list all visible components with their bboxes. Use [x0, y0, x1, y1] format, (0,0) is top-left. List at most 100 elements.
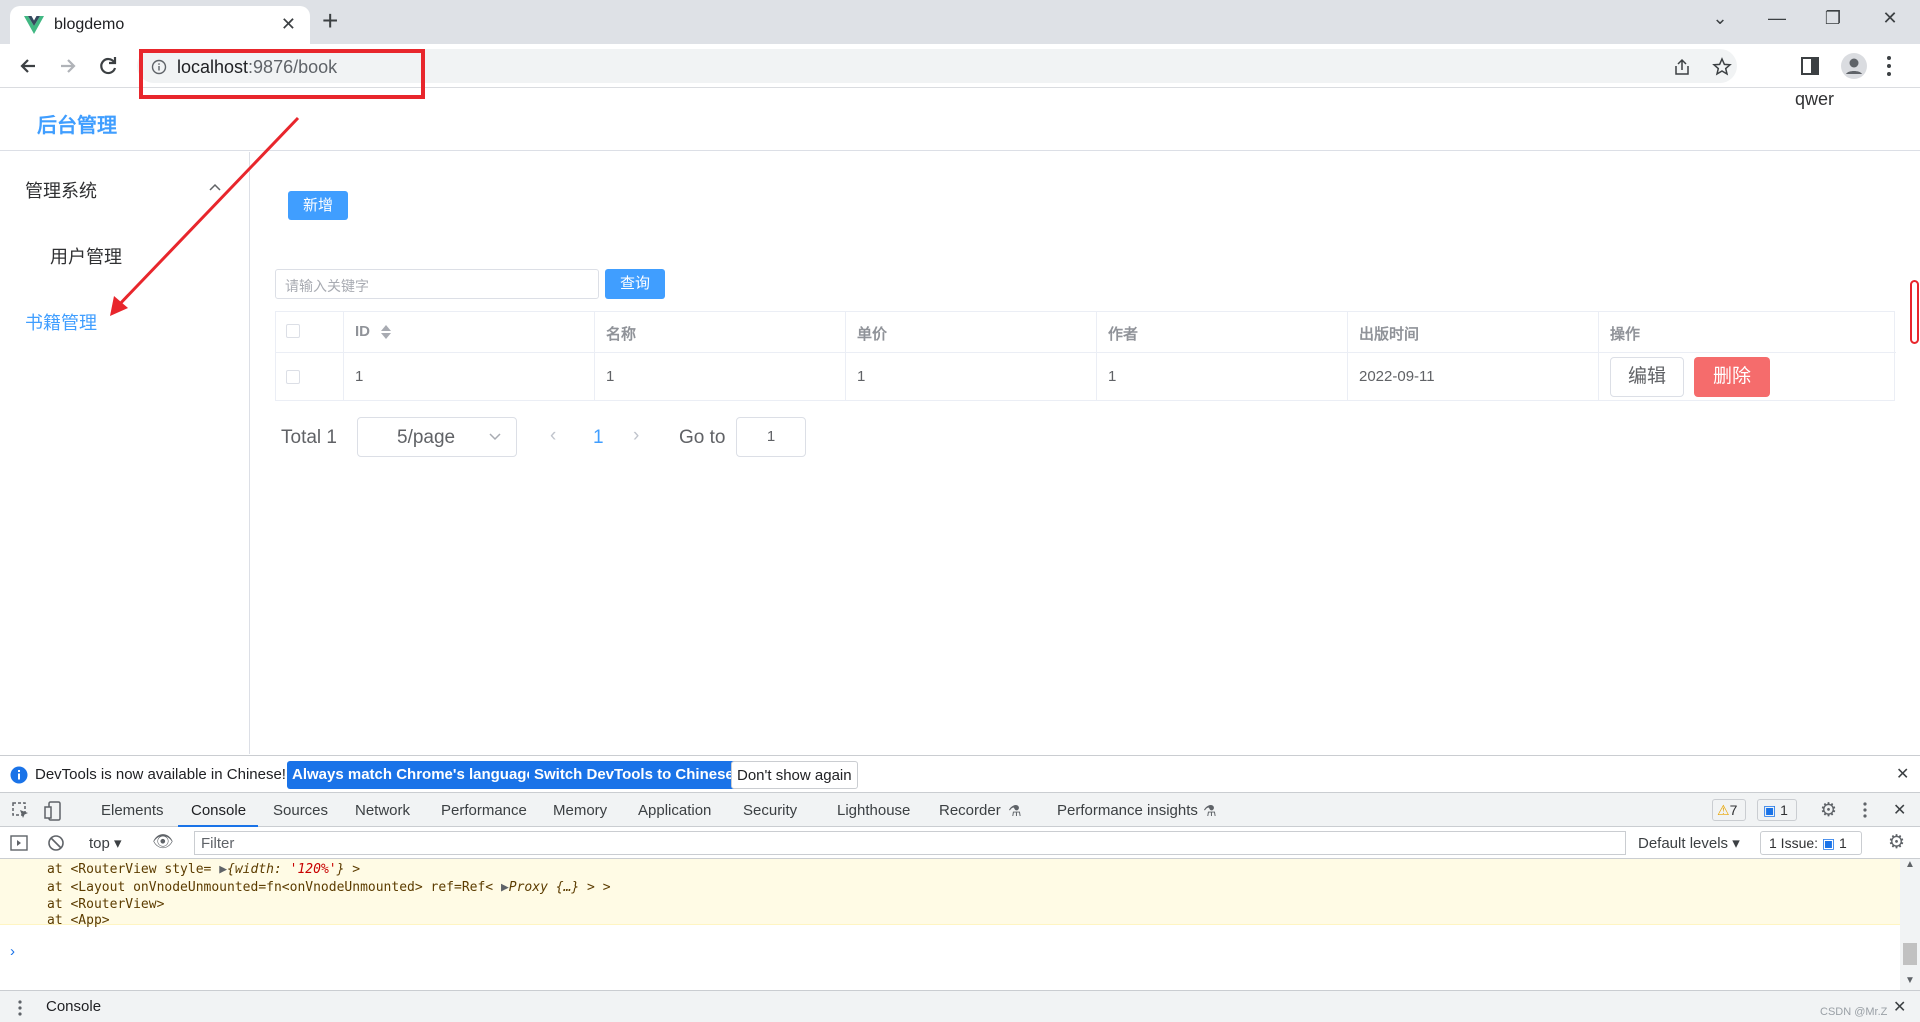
message-icon: ▣	[1763, 802, 1777, 818]
page-number-current[interactable]: 1	[593, 427, 604, 449]
row-checkbox[interactable]	[286, 370, 300, 384]
devtools-panel: DevTools is now available in Chinese! Al…	[0, 755, 1920, 1022]
scroll-thumb[interactable]	[1903, 943, 1917, 965]
reload-icon[interactable]	[94, 52, 122, 80]
share-icon[interactable]	[1672, 57, 1692, 77]
warning-count: 7	[1729, 802, 1738, 818]
tab-close-icon[interactable]: ✕	[281, 14, 296, 35]
search-button[interactable]: 查询	[605, 269, 665, 299]
kebab-menu-icon[interactable]	[1885, 54, 1893, 78]
restore-button[interactable]: ❐	[1813, 8, 1853, 34]
devtools-infobar: DevTools is now available in Chinese! Al…	[0, 756, 1920, 793]
bookmark-star-icon[interactable]	[1712, 57, 1732, 77]
tab-sources[interactable]: Sources	[273, 802, 328, 819]
delete-button[interactable]: 删除	[1694, 357, 1770, 397]
sort-icon[interactable]	[380, 324, 392, 340]
goto-input[interactable]: 1	[736, 417, 806, 457]
expand-triangle-icon[interactable]: ▶	[501, 880, 509, 895]
console-line-3: at <RouterView>	[47, 897, 165, 912]
drawer-menu-icon[interactable]	[17, 999, 23, 1017]
tab-recorder[interactable]: Recorder	[939, 802, 1001, 819]
tab-network[interactable]: Network	[355, 802, 410, 819]
minimize-button[interactable]: —	[1757, 8, 1797, 34]
browser-tabstrip: blogdemo ✕ + ⌄ — ❐ ✕	[0, 0, 1920, 44]
console-scrollbar[interactable]: ▲ ▼	[1900, 859, 1920, 990]
cell-actions: 编辑 删除	[1599, 352, 1896, 401]
column-header-id[interactable]: ID	[344, 312, 595, 352]
tab-elements[interactable]: Elements	[101, 802, 164, 819]
devtools-menu-icon[interactable]	[1862, 801, 1868, 819]
scroll-down-icon[interactable]: ▼	[1905, 975, 1915, 986]
select-all-checkbox[interactable]	[286, 324, 300, 338]
new-tab-button[interactable]: +	[322, 6, 338, 36]
page-size-select[interactable]: 5/page	[357, 417, 517, 457]
console-line-2: at <Layout onVnodeUnmounted=fn<onVnodeUn…	[47, 880, 611, 895]
warnings-counter[interactable]: ⚠7	[1712, 799, 1746, 821]
infobar-close-icon[interactable]: ✕	[1896, 764, 1909, 784]
forward-icon[interactable]	[54, 52, 82, 80]
edit-button[interactable]: 编辑	[1610, 357, 1684, 397]
inspect-element-icon[interactable]	[12, 802, 30, 820]
switch-chinese-button[interactable]: Switch DevTools to Chinese	[529, 761, 739, 789]
profile-avatar-icon[interactable]	[1840, 52, 1868, 80]
devtools-tabbar: Elements Console Sources Network Perform…	[0, 793, 1920, 827]
match-language-button[interactable]: Always match Chrome's language	[287, 761, 540, 789]
tab-application[interactable]: Application	[638, 802, 711, 819]
dont-show-again-button[interactable]: Don't show again	[731, 761, 858, 789]
issue-icon: ▣	[1821, 835, 1836, 851]
cell-author: 1	[1097, 352, 1348, 401]
perf-insights-flask-icon: ⚗	[1203, 803, 1217, 820]
page-size-value: 5/page	[397, 427, 456, 448]
browser-tab[interactable]: blogdemo ✕	[10, 6, 310, 44]
watermark: CSDN @Mr.Z	[1820, 1006, 1888, 1018]
console-prompt-icon[interactable]: ›	[10, 943, 15, 960]
current-user[interactable]: qwer	[1795, 89, 1834, 110]
cell-id: 1	[344, 352, 595, 401]
live-expression-eye-icon[interactable]: 👁	[152, 832, 174, 852]
log-levels-dropdown[interactable]: Default levels ▾	[1638, 834, 1740, 852]
clear-console-icon[interactable]	[47, 834, 65, 852]
console-settings-gear-icon[interactable]: ⚙	[1888, 831, 1905, 854]
menu-group-system[interactable]: 管理系统	[25, 177, 97, 203]
message-count: 1	[1780, 802, 1788, 818]
devtools-close-icon[interactable]: ✕	[1893, 800, 1906, 820]
info-icon	[10, 766, 28, 784]
issues-button[interactable]: 1 Issue: ▣ 1	[1760, 831, 1862, 855]
settings-gear-icon[interactable]: ⚙	[1820, 799, 1837, 822]
page-scrollbar-annotation[interactable]	[1910, 280, 1919, 344]
book-table: ID 名称 单价 作者 出版时间 操作 1 1 1 1 2022-09-11 编…	[275, 311, 1896, 401]
console-filter-input[interactable]: Filter	[194, 831, 1626, 855]
prev-page-icon[interactable]: ‹	[550, 425, 556, 447]
messages-counter[interactable]: ▣ 1	[1757, 799, 1797, 821]
sidebar-toggle-icon[interactable]	[10, 835, 28, 851]
tab-console[interactable]: Console	[191, 802, 246, 819]
search-input[interactable]: 请输入关键字	[275, 269, 599, 299]
context-select[interactable]: top ▾	[89, 834, 122, 852]
tab-search-icon[interactable]: ⌄	[1700, 8, 1740, 34]
warning-icon: ⚠	[1717, 802, 1730, 818]
tab-performance[interactable]: Performance	[441, 802, 527, 819]
vue-logo-icon	[24, 16, 44, 34]
cell-name: 1	[595, 352, 846, 401]
tab-title: blogdemo	[54, 16, 125, 33]
drawer-tab-console[interactable]: Console	[46, 998, 101, 1015]
tab-security[interactable]: Security	[743, 802, 797, 819]
expand-triangle-icon[interactable]: ▶	[219, 862, 227, 877]
scroll-up-icon[interactable]: ▲	[1905, 859, 1915, 870]
column-header-price: 单价	[846, 312, 1097, 352]
next-page-icon[interactable]: ›	[633, 425, 639, 447]
goto-label: Go to	[679, 427, 726, 448]
back-icon[interactable]	[14, 52, 42, 80]
context-value: top	[89, 835, 110, 852]
sidebar-item-books[interactable]: 书籍管理	[25, 309, 97, 335]
add-button[interactable]: 新增	[288, 191, 348, 220]
device-toolbar-icon[interactable]	[44, 801, 62, 821]
window-close-button[interactable]: ✕	[1870, 8, 1910, 34]
pagination-total: Total 1	[281, 427, 337, 448]
tab-lighthouse[interactable]: Lighthouse	[837, 802, 910, 819]
drawer-close-icon[interactable]: ✕	[1893, 997, 1906, 1017]
column-header-date: 出版时间	[1348, 312, 1599, 352]
side-panel-icon[interactable]	[1800, 56, 1820, 76]
tab-performance-insights[interactable]: Performance insights	[1057, 802, 1198, 819]
tab-memory[interactable]: Memory	[553, 802, 607, 819]
